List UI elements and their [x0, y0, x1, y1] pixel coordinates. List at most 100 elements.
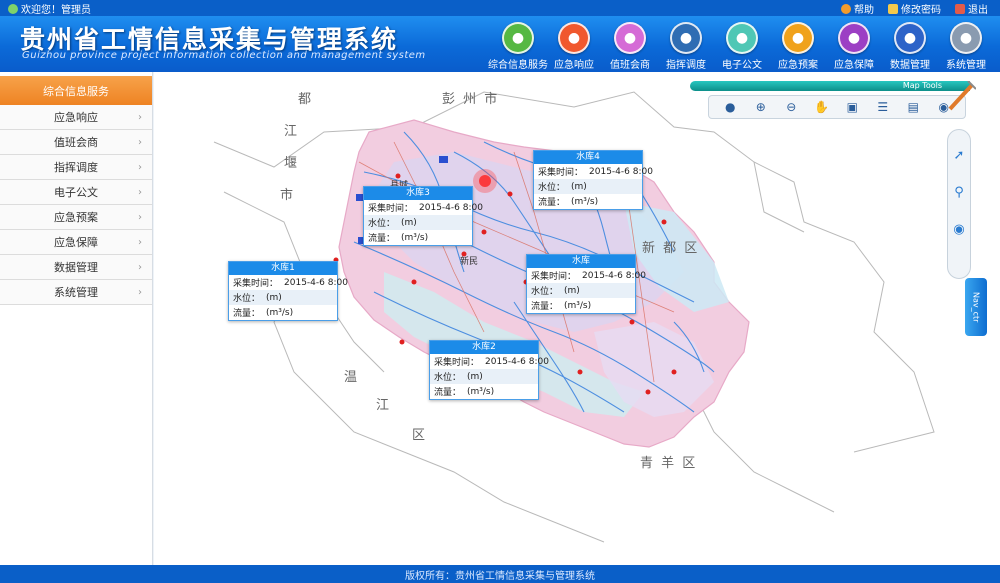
- station-popup-1[interactable]: 水库1 采集时间： 2015-4-6 8:00 水位： (m) 流量： (m³/s): [228, 261, 348, 321]
- sidebar-item-7[interactable]: 系统管理 ›: [0, 280, 152, 305]
- map-panel[interactable]: 都 彭 州 市 江 堰 市 新 都 区 温 江 区 青 羊 区 县城 新民 水库…: [154, 72, 1000, 565]
- nav-label: 应急保障: [834, 60, 874, 71]
- main-nav: ● 综合信息服务 ● 应急响应 ● 值班会商 ● 指挥调度 ● 电子公文 ● 应急预案 ● 应急保障 ● 数据…: [488, 22, 994, 71]
- monitor-icon: ●: [502, 22, 534, 54]
- navigation-tools: ➚ ⚲ ◉: [947, 129, 971, 279]
- popup-row-level: 水位： (m): [527, 283, 635, 298]
- nav-label: 综合信息服务: [488, 60, 548, 71]
- sidebar-item-0[interactable]: 应急响应 ›: [0, 105, 152, 130]
- logout-label: 退出: [968, 5, 988, 16]
- popup-key: 采集时间：: [368, 204, 414, 214]
- popup-row-flow: 流量： (m³/s): [229, 305, 337, 320]
- chevron-right-icon: ›: [138, 236, 142, 248]
- legend-icon[interactable]: ▤: [905, 99, 921, 115]
- full-extent-icon[interactable]: ▣: [844, 99, 860, 115]
- nav-item-6[interactable]: ● 应急保障: [826, 22, 882, 71]
- nav-item-5[interactable]: ● 应急预案: [770, 22, 826, 71]
- popup-key: 采集时间：: [538, 168, 584, 178]
- nav-item-2[interactable]: ● 值班会商: [602, 22, 658, 71]
- popup-title: 水库3: [364, 187, 472, 200]
- popup-value: (m³/s): [467, 386, 495, 397]
- sidebar-item-2[interactable]: 指挥调度 ›: [0, 155, 152, 180]
- truck-icon: ●: [670, 22, 702, 54]
- runner-icon: ●: [558, 22, 590, 54]
- nav-item-8[interactable]: ● 系统管理: [938, 22, 994, 71]
- chevron-right-icon: ›: [138, 186, 142, 198]
- popup-value: (m): [266, 292, 282, 303]
- top-bar: 欢迎您！管理员 帮助 修改密码 退出: [0, 0, 1000, 16]
- welcome-text: 欢迎您！管理员: [21, 5, 91, 16]
- popup-value: 2015-4-6 8:00: [589, 166, 653, 177]
- nav-label: 数据管理: [890, 60, 930, 71]
- chevron-right-icon: ›: [138, 161, 142, 173]
- popup-value: (m³/s): [564, 300, 592, 311]
- sidebar: 综合信息服务 应急响应 › 值班会商 › 指挥调度 › 电子公文 › 应急预案 › 应急保障 › 数据管…: [0, 72, 153, 565]
- station-popup-0[interactable]: 水库 采集时间： 2015-4-6 8:00 水位： (m) 流量： (m³/s): [526, 254, 646, 314]
- zoom-in-icon[interactable]: ⊕: [753, 99, 769, 115]
- region-label-qu: 区: [412, 428, 428, 443]
- popup-value: (m): [571, 181, 587, 192]
- chevron-right-icon: ›: [138, 136, 142, 148]
- search-icon[interactable]: ⚲: [954, 185, 964, 200]
- key-icon: [888, 3, 898, 14]
- person-icon: ●: [782, 22, 814, 54]
- region-label-qingyang: 青 羊 区: [640, 456, 698, 471]
- nav-item-4[interactable]: ● 电子公文: [714, 22, 770, 71]
- help-icon: [841, 3, 851, 14]
- change-password-link[interactable]: 修改密码: [888, 1, 941, 16]
- sidebar-item-label: 数据管理: [54, 261, 98, 274]
- sidebar-item-5[interactable]: 应急保障 ›: [0, 230, 152, 255]
- sidebar-item-label: 指挥调度: [54, 161, 98, 174]
- nav-label: 系统管理: [946, 60, 986, 71]
- sidebar-item-label: 电子公文: [54, 186, 98, 199]
- sidebar-item-6[interactable]: 数据管理 ›: [0, 255, 152, 280]
- station-popup-4[interactable]: 水库4 采集时间： 2015-4-6 8:00 水位： (m) 流量： (m³/s): [533, 150, 653, 210]
- zoom-out-icon[interactable]: ⊖: [783, 99, 799, 115]
- region-label-jiang2: 江: [376, 398, 392, 413]
- nav-label: 应急响应: [554, 60, 594, 71]
- pan-hand-icon[interactable]: ✋: [814, 99, 830, 115]
- sidebar-menu: 应急响应 › 值班会商 › 指挥调度 › 电子公文 › 应急预案 › 应急保障 › 数据管理 › 系统管理 ›: [0, 105, 152, 305]
- help-link[interactable]: 帮助: [841, 1, 874, 16]
- popup-value: (m): [564, 285, 580, 296]
- chevron-right-icon: ›: [138, 111, 142, 123]
- station-popup-3[interactable]: 水库3 采集时间： 2015-4-6 8:00 水位： (m) 流量： (m³/s): [363, 186, 483, 246]
- popup-row-level: 水位： (m): [364, 215, 472, 230]
- alarm-marker[interactable]: [479, 175, 491, 187]
- nav-control-tab[interactable]: Nav_ctr: [965, 278, 987, 336]
- popup-title: 水库: [527, 255, 635, 268]
- earth-icon[interactable]: ◉: [953, 222, 964, 237]
- popup-title: 水库4: [534, 151, 642, 164]
- logout-link[interactable]: 退出: [955, 1, 988, 16]
- station-popup-2[interactable]: 水库2 采集时间： 2015-4-6 8:00 水位： (m) 流量： (m³/s): [429, 340, 549, 400]
- nav-label: 电子公文: [722, 60, 762, 71]
- sidebar-item-4[interactable]: 应急预案 ›: [0, 205, 152, 230]
- change-password-label: 修改密码: [901, 5, 941, 16]
- layers-icon[interactable]: ☰: [875, 99, 891, 115]
- header: 贵州省工情信息采集与管理系统 Guizhou province project …: [0, 16, 1000, 72]
- nav-item-3[interactable]: ● 指挥调度: [658, 22, 714, 71]
- popup-title: 水库1: [229, 262, 337, 275]
- arrow-icon[interactable]: ➚: [954, 148, 965, 163]
- download-icon: ●: [726, 22, 758, 54]
- popup-value: (m): [401, 217, 417, 228]
- popup-value: (m³/s): [571, 196, 599, 207]
- sidebar-header[interactable]: 综合信息服务: [0, 76, 152, 105]
- popup-row-time: 采集时间： 2015-4-6 8:00: [430, 354, 549, 369]
- sidebar-item-label: 系统管理: [54, 286, 98, 299]
- nav-label: 应急预案: [778, 60, 818, 71]
- globe-icon[interactable]: ●: [722, 99, 738, 115]
- popup-key: 水位：: [538, 183, 566, 193]
- nav-item-1[interactable]: ● 应急响应: [546, 22, 602, 71]
- nav-label: 指挥调度: [666, 60, 706, 71]
- sidebar-item-1[interactable]: 值班会商 ›: [0, 130, 152, 155]
- pencil-icon[interactable]: [948, 81, 976, 111]
- sidebar-item-3[interactable]: 电子公文 ›: [0, 180, 152, 205]
- popup-row-time: 采集时间： 2015-4-6 8:00: [364, 200, 483, 215]
- popup-key: 流量：: [538, 198, 566, 208]
- nav-item-0[interactable]: ● 综合信息服务: [488, 22, 548, 71]
- nav-item-7[interactable]: ● 数据管理: [882, 22, 938, 71]
- region-label-du: 都: [298, 92, 314, 107]
- user-icon: ●: [614, 22, 646, 54]
- popup-row-time: 采集时间： 2015-4-6 8:00: [527, 268, 646, 283]
